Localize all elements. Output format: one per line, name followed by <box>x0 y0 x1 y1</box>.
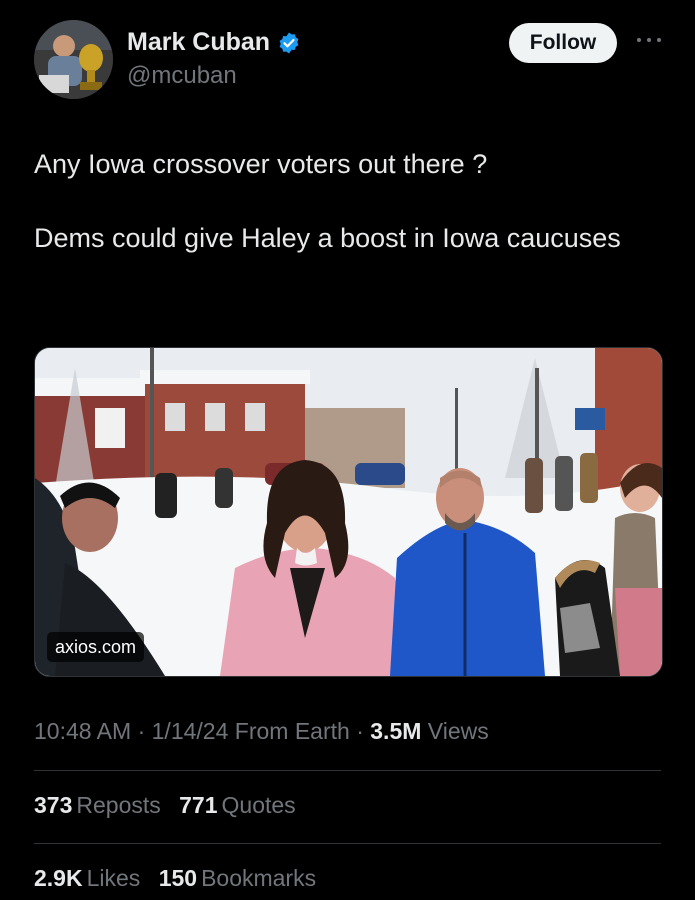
likes-stat[interactable]: 2.9K Likes <box>34 865 140 891</box>
views-label: Views <box>421 718 489 744</box>
meta-separator: · <box>131 718 152 744</box>
follow-button[interactable]: Follow <box>509 23 617 63</box>
author-info: Mark Cuban @mcuban <box>127 28 301 90</box>
views-count: 3.5M <box>370 718 422 744</box>
bookmarks-label: Bookmarks <box>201 865 317 891</box>
stats-row-reposts-quotes: 373 Reposts 771 Quotes <box>34 792 308 819</box>
handle[interactable]: @mcuban <box>127 62 301 90</box>
dot <box>637 38 641 42</box>
media-photo <box>35 348 662 676</box>
bookmarks-stat[interactable]: 150 Bookmarks <box>159 865 316 891</box>
tweet-source: From Earth <box>228 718 350 744</box>
tweet-text: Any Iowa crossover voters out there ? De… <box>34 146 654 257</box>
tweet-time[interactable]: 10:48 AM <box>34 718 131 744</box>
tweet-paragraph: Any Iowa crossover voters out there ? <box>34 149 488 179</box>
likes-label: Likes <box>86 865 141 891</box>
display-name[interactable]: Mark Cuban <box>127 28 270 57</box>
name-row: Mark Cuban <box>127 28 301 57</box>
divider <box>34 770 661 771</box>
avatar[interactable] <box>34 20 113 99</box>
tweet-page: Mark Cuban @mcuban Follow Any Iowa cross… <box>0 0 695 900</box>
likes-count: 2.9K <box>34 865 83 891</box>
reposts-count: 373 <box>34 792 73 818</box>
reposts-label: Reposts <box>76 792 161 818</box>
quotes-count: 771 <box>179 792 218 818</box>
more-horizontal-icon[interactable] <box>637 35 661 45</box>
tweet-meta: 10:48 AM · 1/14/24 From Earth · 3.5M Vie… <box>34 718 489 745</box>
link-source-badge[interactable]: axios.com <box>47 632 145 662</box>
stats-row-likes-bookmarks: 2.9K Likes 150 Bookmarks <box>34 865 328 892</box>
verified-badge-icon <box>277 31 301 55</box>
bookmarks-count: 150 <box>158 865 198 891</box>
meta-separator: · <box>349 718 371 744</box>
dot <box>647 38 651 42</box>
tweet-header: Mark Cuban @mcuban Follow <box>34 20 665 100</box>
tweet-paragraph: Dems could give Haley a boost in Iowa ca… <box>34 223 621 253</box>
reposts-stat[interactable]: 373 Reposts <box>34 792 161 818</box>
quotes-label: Quotes <box>221 792 296 818</box>
quotes-stat[interactable]: 771 Quotes <box>179 792 296 818</box>
dot <box>657 38 661 42</box>
divider <box>34 843 661 844</box>
tweet-date[interactable]: 1/14/24 <box>152 718 229 744</box>
media-card[interactable]: axios.com <box>34 347 663 677</box>
